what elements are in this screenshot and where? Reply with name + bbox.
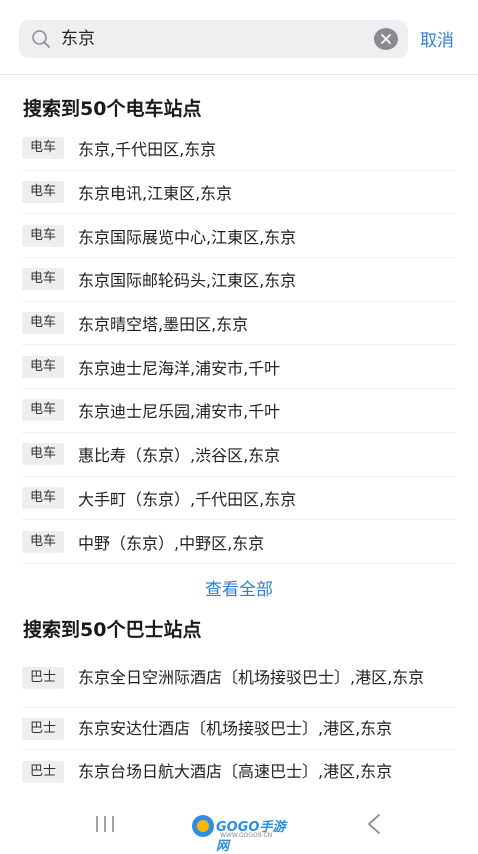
- station-name: 东京全日空洲际酒店〔机场接驳巴士〕,港区,东京: [78, 667, 425, 687]
- tram-station-row[interactable]: 电车 大手町（东京）,千代田区,东京: [22, 477, 456, 521]
- station-name: 东京电讯,江東区,东京: [78, 184, 233, 204]
- search-input[interactable]: [61, 20, 381, 58]
- tram-tag: 电车: [22, 443, 64, 466]
- system-nav-bar: GOGO手游网 WWW.GOGO9.CN: [0, 800, 478, 854]
- tram-station-row[interactable]: 电车 中野（东京）,中野区,东京: [22, 520, 456, 564]
- station-name: 东京迪士尼乐园,浦安市,千叶: [78, 402, 281, 422]
- tram-tag: 电车: [22, 530, 64, 553]
- tram-station-row[interactable]: 电车 惠比寿（东京）,渋谷区,东京: [22, 433, 456, 477]
- bus-tag: 巴士: [22, 717, 64, 740]
- station-name: 中野（东京）,中野区,东京: [78, 533, 265, 553]
- tram-tag: 电车: [22, 224, 64, 247]
- tram-station-row[interactable]: 电车 东京国际展览中心,江東区,东京: [22, 214, 456, 259]
- tram-station-row[interactable]: 电车 东京,千代田区,东京: [22, 127, 456, 171]
- tram-station-row[interactable]: 电车 东京电讯,江東区,东京: [22, 171, 456, 215]
- cancel-button[interactable]: 取消: [420, 26, 454, 51]
- station-name: 惠比寿（东京）,渋谷区,东京: [78, 446, 281, 466]
- station-name: 东京,千代田区,东京: [78, 140, 217, 160]
- bus-station-list: 巴士 东京全日空洲际酒店〔机场接驳巴士〕,港区,东京 巴士 东京安达仕酒店〔机场接驳巴…: [0, 648, 478, 794]
- bus-station-row[interactable]: 巴士 东京全日空洲际酒店〔机场接驳巴士〕,港区,东京: [22, 648, 456, 708]
- tram-tag: 电车: [22, 399, 64, 422]
- tram-tag: 电车: [22, 486, 64, 509]
- tram-tag: 电车: [22, 355, 64, 378]
- search-header: 取消: [0, 0, 478, 75]
- tram-section-title: 搜索到50个电车站点: [23, 98, 202, 120]
- bus-station-row[interactable]: 巴士 东京安达仕酒店〔机场接驳巴士〕,港区,东京: [22, 708, 456, 750]
- close-icon: [381, 34, 391, 44]
- bus-tag: 巴士: [22, 666, 64, 689]
- view-all-link[interactable]: 查看全部: [0, 575, 478, 600]
- tram-station-row[interactable]: 电车 东京迪士尼海洋,浦安市,千叶: [22, 345, 456, 390]
- bus-section-title: 搜索到50个巴士站点: [23, 619, 202, 641]
- station-name: 东京国际展览中心,江東区,东京: [78, 227, 297, 247]
- station-name: 东京安达仕酒店〔机场接驳巴士〕,港区,东京: [78, 718, 393, 738]
- station-name: 东京国际邮轮码头,江東区,东京: [78, 271, 297, 291]
- logo-icon: [192, 815, 214, 837]
- bus-station-row[interactable]: 巴士 东京台场日航大酒店〔高速巴士〕,港区,东京: [22, 750, 456, 794]
- back-icon[interactable]: [365, 813, 383, 835]
- tram-tag: 电车: [22, 312, 64, 335]
- station-name: 东京迪士尼海洋,浦安市,千叶: [78, 358, 281, 378]
- tram-station-row[interactable]: 电车 东京晴空塔,墨田区,东京: [22, 302, 456, 346]
- logo-subtext: WWW.GOGO9.CN: [220, 832, 273, 839]
- tram-tag: 电车: [22, 268, 64, 291]
- bus-tag: 巴士: [22, 761, 64, 783]
- tram-station-row[interactable]: 电车 东京国际邮轮码头,江東区,东京: [22, 258, 456, 302]
- search-icon: [32, 30, 50, 48]
- watermark-logo: GOGO手游网 WWW.GOGO9.CN: [190, 813, 290, 854]
- tram-station-row[interactable]: 电车 东京迪士尼乐园,浦安市,千叶: [22, 389, 456, 433]
- search-box[interactable]: [19, 20, 408, 58]
- tram-tag: 电车: [22, 181, 64, 204]
- station-name: 东京晴空塔,墨田区,东京: [78, 315, 249, 335]
- recent-apps-icon[interactable]: [93, 814, 117, 834]
- station-name: 东京台场日航大酒店〔高速巴士〕,港区,东京: [78, 762, 393, 781]
- tram-tag: 电车: [22, 137, 64, 160]
- station-name: 大手町（东京）,千代田区,东京: [78, 489, 297, 509]
- clear-search-button[interactable]: [374, 28, 398, 50]
- tram-station-list: 电车 东京,千代田区,东京 电车 东京电讯,江東区,东京 电车 东京国际展览中心,江東区,…: [0, 127, 478, 564]
